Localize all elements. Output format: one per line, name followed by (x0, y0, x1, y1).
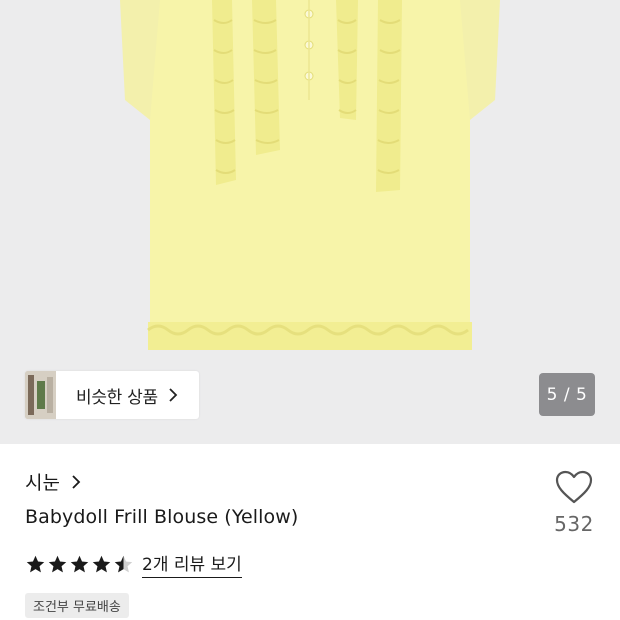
star-icon (48, 555, 67, 572)
rating-row: 2개 리뷰 보기 (25, 550, 242, 578)
similar-product-thumbnail (25, 371, 56, 419)
star-icon (92, 555, 111, 572)
brand-link[interactable]: 시눈 (25, 468, 82, 495)
product-image-gallery[interactable]: 비슷한 상품 5 / 5 (0, 0, 620, 444)
product-title: Babydoll Frill Blouse (Yellow) (25, 506, 299, 528)
like-count: 532 (554, 512, 594, 536)
star-icon (26, 555, 45, 572)
shipping-badge: 조건부 무료배송 (25, 593, 129, 618)
similar-products-label: 비슷한 상품 (76, 387, 158, 408)
chevron-right-icon (72, 474, 81, 489)
star-icon (70, 555, 89, 572)
similar-products-button[interactable]: 비슷한 상품 (25, 371, 199, 419)
half-star-icon (114, 555, 133, 572)
heart-icon (555, 470, 593, 504)
brand-name: 시눈 (25, 472, 60, 494)
chevron-right-icon (169, 388, 178, 402)
like-button[interactable]: 532 (548, 470, 600, 536)
star-rating (25, 554, 134, 575)
image-page-indicator: 5 / 5 (539, 373, 595, 416)
review-link[interactable]: 2개 리뷰 보기 (142, 550, 242, 578)
